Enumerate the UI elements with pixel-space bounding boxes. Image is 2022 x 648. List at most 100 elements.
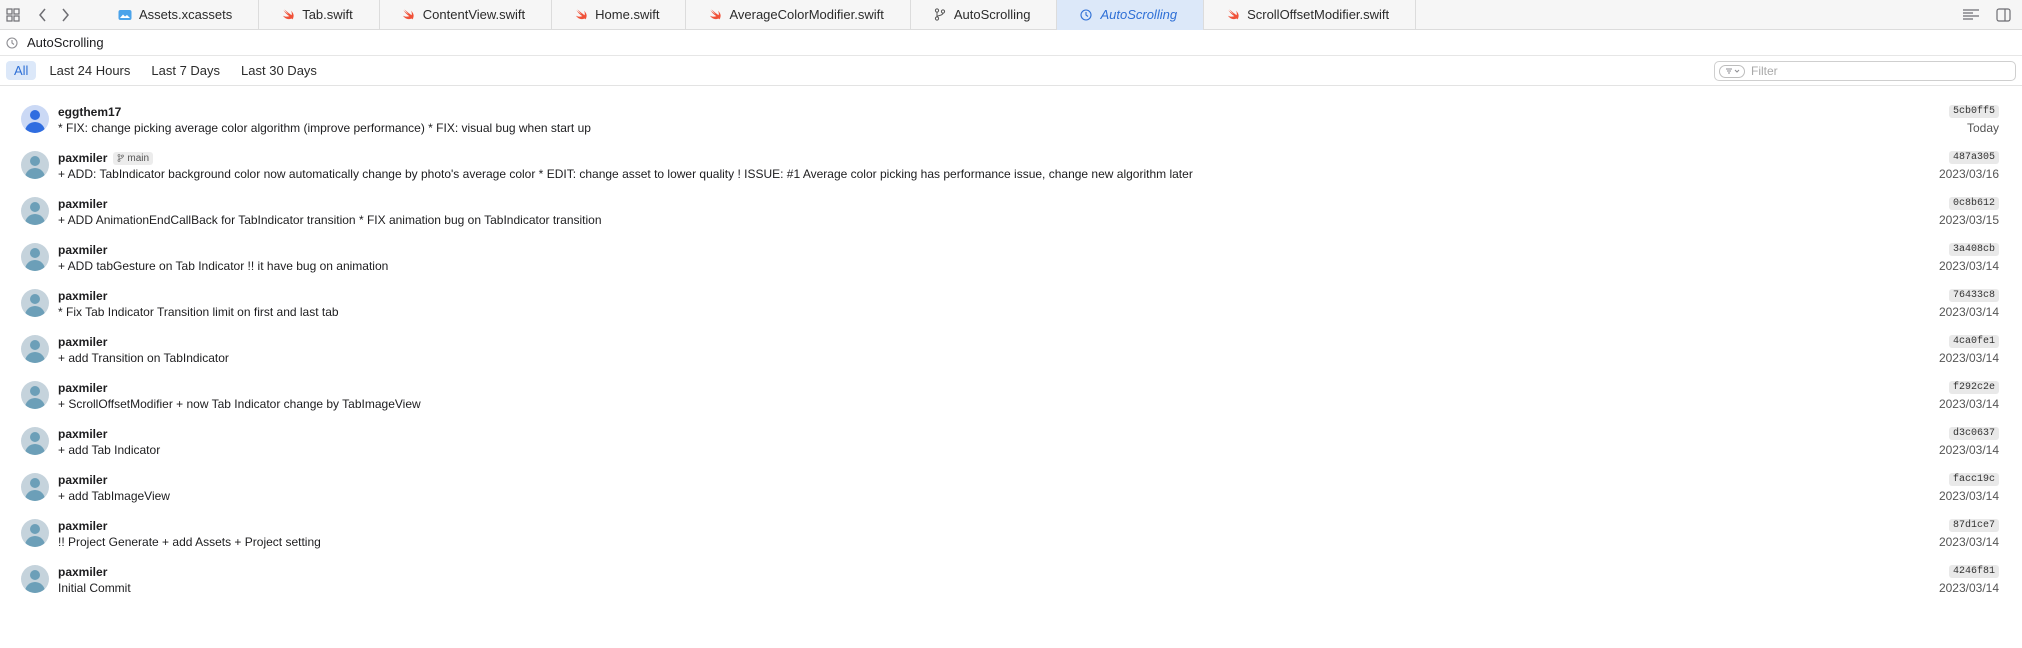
swift-icon — [281, 8, 295, 22]
commit-row[interactable]: paxmiler + ScrollOffsetModifier + now Tab… — [0, 368, 2022, 414]
commit-message: + add TabImageView — [58, 489, 170, 503]
avatar-head — [30, 156, 40, 166]
tab-averagecolormodifier-swift[interactable]: AverageColorModifier.swift — [686, 0, 911, 30]
avatar-body — [25, 536, 45, 547]
commit-message: + add Transition on TabIndicator — [58, 351, 229, 365]
commit-hash: 5cb0ff5 — [1948, 105, 1999, 118]
commit-date: 2023/03/14 — [1938, 305, 1999, 319]
commit-author: paxmiler main — [58, 151, 154, 165]
commit-message: + ADD AnimationEndCallBack for TabIndica… — [58, 213, 602, 227]
filter-last-30-days[interactable]: Last 30 Days — [233, 61, 325, 80]
commit-author: paxmiler — [58, 565, 107, 579]
commit-date: 2023/03/14 — [1938, 535, 1999, 549]
commit-row[interactable]: paxmiler Initial Commit 4246f81 2023/03/14 — [0, 552, 2022, 598]
commit-author: paxmiler — [58, 519, 107, 533]
commit-hash: 87d1ce7 — [1948, 519, 1999, 532]
commit-message: + ScrollOffsetModifier + now Tab Indicat… — [58, 397, 421, 411]
filter-menu-icon[interactable] — [1719, 64, 1745, 78]
branch-label: main — [127, 152, 150, 164]
avatar-body — [25, 168, 45, 179]
filter-bar: All Last 24 Hours Last 7 Days Last 30 Days — [0, 56, 2022, 86]
commit-row[interactable]: paxmiler !! Project Generate + add Assets… — [0, 506, 2022, 552]
author-name: paxmiler — [58, 289, 108, 303]
commit-row[interactable]: eggthem17 * FIX: change picking average c… — [0, 92, 2022, 138]
tab-label: ContentView.swift — [422, 7, 526, 22]
commit-row[interactable]: paxmiler + add TabImageView facc19c 2023/03… — [0, 460, 2022, 506]
editor-options-icon[interactable] — [1960, 4, 1982, 26]
commit-author: paxmiler — [58, 381, 107, 395]
avatar — [21, 105, 49, 133]
grid-icon[interactable] — [2, 4, 24, 26]
tab-assets-xcassets[interactable]: Assets.xcassets — [96, 0, 260, 30]
commit-row[interactable]: paxmiler main + ADD: TabIndicator backgrou… — [0, 138, 2022, 184]
commit-author: eggthem17 — [58, 105, 121, 119]
commit-date: 2023/03/14 — [1938, 259, 1999, 273]
author-name: paxmiler — [58, 427, 108, 441]
filter-all[interactable]: All — [6, 61, 37, 80]
avatar-head — [30, 110, 40, 120]
tab-autoscrolling[interactable]: AutoScrolling — [1057, 0, 1205, 30]
commit-author: paxmiler — [58, 197, 107, 211]
commit-hash: 0c8b612 — [1948, 197, 1999, 210]
avatar — [21, 565, 49, 593]
inspector-toggle-icon[interactable] — [1992, 4, 2014, 26]
filter-input[interactable] — [1751, 64, 2001, 78]
tab-tab-swift[interactable]: Tab.swift — [259, 0, 380, 30]
swift-icon — [708, 8, 722, 22]
commit-message: Initial Commit — [58, 581, 131, 595]
filter-field[interactable] — [1714, 61, 2016, 81]
author-name: paxmiler — [58, 519, 108, 533]
commit-message: + add Tab Indicator — [58, 443, 161, 457]
commit-row[interactable]: paxmiler + ADD tabGesture on Tab Indicato… — [0, 230, 2022, 276]
avatar-body — [25, 490, 45, 501]
tab-scrolloffsetmodifier-swift[interactable]: ScrollOffsetModifier.swift — [1204, 0, 1417, 30]
commit-hash: 4ca0fe1 — [1948, 335, 1999, 348]
avatar-body — [25, 582, 45, 593]
commit-hash: 487a305 — [1948, 151, 1999, 164]
tab-home-swift[interactable]: Home.swift — [552, 0, 687, 30]
commit-message: + ADD tabGesture on Tab Indicator !! it … — [58, 259, 389, 273]
commit-row[interactable]: paxmiler + ADD AnimationEndCallBack for T… — [0, 184, 2022, 230]
tab-bar: Assets.xcassets Tab.swift ContentView.swif… — [0, 0, 2022, 30]
author-name: paxmiler — [58, 197, 108, 211]
avatar-head — [30, 478, 40, 488]
breadcrumb-label[interactable]: AutoScrolling — [27, 35, 104, 50]
tab-label: AutoScrolling — [953, 7, 1031, 22]
commit-row[interactable]: paxmiler + add Tab Indicator d3c0637 2023/0… — [0, 414, 2022, 460]
avatar-head — [30, 432, 40, 442]
commit-message: + ADD: TabIndicator background color now… — [58, 167, 1193, 181]
commit-row[interactable]: paxmiler * Fix Tab Indicator Transition l… — [0, 276, 2022, 322]
commit-author: paxmiler — [58, 243, 107, 257]
commit-hash: 4246f81 — [1948, 565, 1999, 578]
author-name: eggthem17 — [58, 105, 122, 119]
commit-date: 2023/03/14 — [1938, 489, 1999, 503]
author-name: paxmiler — [58, 381, 108, 395]
avatar-head — [30, 202, 40, 212]
commit-row[interactable]: paxmiler + add Transition on TabIndicator… — [0, 322, 2022, 368]
commit-author: paxmiler — [58, 335, 107, 349]
breadcrumb: AutoScrolling — [0, 30, 2022, 56]
avatar-body — [25, 260, 45, 271]
avatar-head — [30, 570, 40, 580]
filter-last-7-days[interactable]: Last 7 Days — [143, 61, 228, 80]
avatar-body — [25, 122, 45, 133]
avatar-body — [25, 444, 45, 455]
commit-date: 2023/03/14 — [1938, 397, 1999, 411]
avatar — [21, 243, 49, 271]
commit-date: 2023/03/14 — [1938, 351, 1999, 365]
filter-last-24-hours[interactable]: Last 24 Hours — [41, 61, 138, 80]
back-chevron-icon[interactable] — [32, 4, 54, 26]
commit-date: 2023/03/14 — [1938, 581, 1999, 595]
branch-badge: main — [113, 151, 154, 165]
avatar-head — [30, 340, 40, 350]
asset-catalog-icon — [118, 8, 132, 22]
avatar — [21, 473, 49, 501]
tab-autoscrolling[interactable]: AutoScrolling — [911, 0, 1058, 30]
tab-label: Tab.swift — [302, 7, 353, 22]
tab-label: Home.swift — [595, 7, 660, 22]
commit-message: * Fix Tab Indicator Transition limit on … — [58, 305, 339, 319]
commit-list: eggthem17 * FIX: change picking average c… — [0, 92, 2022, 598]
forward-chevron-icon[interactable] — [54, 4, 76, 26]
tab-contentview-swift[interactable]: ContentView.swift — [380, 0, 553, 30]
commit-hash: facc19c — [1948, 473, 1999, 486]
